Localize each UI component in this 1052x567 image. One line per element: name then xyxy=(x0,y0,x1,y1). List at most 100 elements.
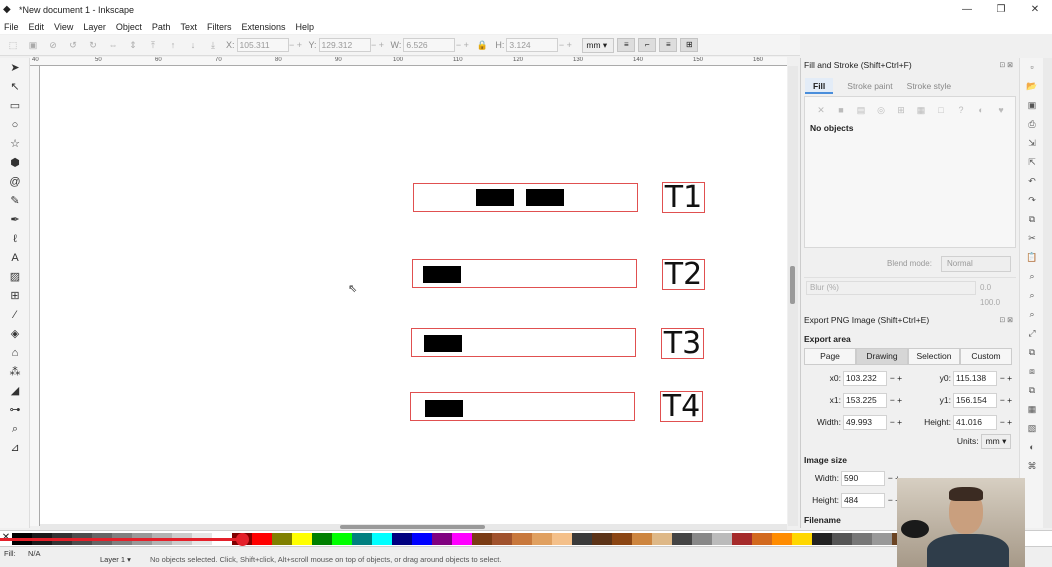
menu-extensions[interactable]: Extensions xyxy=(241,22,285,32)
import-icon[interactable]: ⇲ xyxy=(1020,134,1044,153)
export-width-stepper[interactable]: − + xyxy=(887,417,905,427)
w-stepper[interactable]: − + xyxy=(455,40,469,50)
tab-fill[interactable]: Fill xyxy=(805,78,834,94)
new-document-icon[interactable]: ▫ xyxy=(1020,58,1044,77)
flat-color-icon[interactable]: ■ xyxy=(835,104,847,116)
gradient-tool-icon[interactable]: ▨ xyxy=(2,268,28,286)
y-stepper[interactable]: − + xyxy=(371,40,385,50)
zoom-drawing-icon[interactable]: ⌕ xyxy=(1020,286,1044,305)
horizontal-ruler[interactable]: 40 50 60 70 80 90 100 110 120 130 140 15… xyxy=(30,57,787,66)
menu-help[interactable]: Help xyxy=(295,22,314,32)
spiral-tool-icon[interactable]: @ xyxy=(2,173,28,191)
color-swatch[interactable] xyxy=(372,533,392,545)
w-field[interactable]: 6.526 xyxy=(403,38,456,52)
evenodd-rule-icon[interactable]: ♥ xyxy=(995,104,1007,116)
x1-field[interactable]: 153.225 xyxy=(843,392,887,408)
rotate-cw-icon[interactable]: ↻ xyxy=(86,39,100,51)
open-file-icon[interactable]: 📂 xyxy=(1020,77,1044,96)
menu-file[interactable]: File xyxy=(4,22,19,32)
dropper-tool-icon[interactable]: ⁄ xyxy=(2,306,28,324)
linear-gradient-icon[interactable]: ▤ xyxy=(855,104,867,116)
menu-filters[interactable]: Filters xyxy=(207,22,232,32)
menu-text[interactable]: Text xyxy=(180,22,197,32)
panel-close-icon[interactable]: ⊡ ⊠ xyxy=(999,313,1013,328)
color-swatch[interactable] xyxy=(472,533,492,545)
black-block[interactable] xyxy=(526,189,564,206)
ungroup-icon[interactable]: ▧ xyxy=(1020,419,1044,438)
tab-stroke-style[interactable]: Stroke style xyxy=(907,78,951,94)
color-swatch[interactable] xyxy=(352,533,372,545)
3d-box-tool-icon[interactable]: ⬢ xyxy=(2,154,28,172)
color-swatch[interactable] xyxy=(292,533,312,545)
color-swatch[interactable] xyxy=(592,533,612,545)
export-height-field[interactable]: 41.016 xyxy=(953,414,997,430)
color-swatch[interactable] xyxy=(452,533,472,545)
maximize-button[interactable]: ❐ xyxy=(984,0,1018,19)
export-icon[interactable]: ⇱ xyxy=(1020,153,1044,172)
lower-icon[interactable]: ↓ xyxy=(186,39,200,51)
star-tool-icon[interactable]: ☆ xyxy=(2,135,28,153)
minimize-button[interactable]: — xyxy=(950,0,984,19)
cut-icon[interactable]: ✂ xyxy=(1020,229,1044,248)
lower-to-bottom-icon[interactable]: ⤓ xyxy=(206,39,220,51)
deselect-icon[interactable]: ⊘ xyxy=(46,39,60,51)
color-swatch[interactable] xyxy=(252,533,272,545)
color-swatch[interactable] xyxy=(772,533,792,545)
pen-tool-icon[interactable]: ✒ xyxy=(2,211,28,229)
xml-editor-icon[interactable]: ⌘ xyxy=(1020,457,1044,476)
color-swatch[interactable] xyxy=(492,533,512,545)
tab-stroke-paint[interactable]: Stroke paint xyxy=(847,78,892,94)
connector-tool-icon[interactable]: ⊶ xyxy=(2,401,28,419)
x1-stepper[interactable]: − + xyxy=(887,395,905,405)
h-stepper[interactable]: − + xyxy=(558,40,572,50)
save-icon[interactable]: ▣ xyxy=(1020,96,1044,115)
label-t2[interactable]: T2 xyxy=(662,259,705,290)
scroll-thumb[interactable] xyxy=(340,525,485,529)
y1-stepper[interactable]: − + xyxy=(997,395,1015,405)
color-swatch[interactable] xyxy=(392,533,412,545)
drawing-button[interactable]: Drawing xyxy=(856,348,908,365)
undo-icon[interactable]: ↶ xyxy=(1020,172,1044,191)
close-button[interactable]: ✕ xyxy=(1018,0,1052,19)
raise-to-top-icon[interactable]: ⤒ xyxy=(146,39,160,51)
ellipse-tool-icon[interactable]: ○ xyxy=(2,116,28,134)
color-swatch[interactable] xyxy=(332,533,352,545)
transform-patterns-icon[interactable]: ⊞ xyxy=(680,38,699,52)
color-swatch[interactable] xyxy=(692,533,712,545)
menu-layer[interactable]: Layer xyxy=(83,22,106,32)
y0-field[interactable]: 115.138 xyxy=(953,370,997,386)
label-t1[interactable]: T1 xyxy=(662,182,705,213)
color-swatch[interactable] xyxy=(432,533,452,545)
color-swatch[interactable] xyxy=(792,533,812,545)
lock-icon[interactable]: 🔒 xyxy=(475,39,489,51)
duplicate-icon[interactable]: ⧉ xyxy=(1020,343,1044,362)
custom-button[interactable]: Custom xyxy=(960,348,1012,365)
flip-horizontal-icon[interactable]: ⇔ xyxy=(106,39,120,51)
label-t4[interactable]: T4 xyxy=(660,391,703,422)
color-swatch[interactable] xyxy=(312,533,332,545)
row-box-2[interactable] xyxy=(412,259,637,288)
rectangle-tool-icon[interactable]: ▭ xyxy=(2,97,28,115)
color-swatch[interactable] xyxy=(632,533,652,545)
black-block[interactable] xyxy=(425,400,463,417)
spray-tool-icon[interactable]: ⁂ xyxy=(2,363,28,381)
no-paint-icon[interactable]: ✕ xyxy=(815,104,827,116)
color-swatch[interactable] xyxy=(652,533,672,545)
image-width-field[interactable]: 590 xyxy=(841,470,885,486)
pattern-icon[interactable]: ▦ xyxy=(915,104,927,116)
x0-stepper[interactable]: − + xyxy=(887,373,905,383)
units-select[interactable]: mm ▾ xyxy=(981,434,1011,449)
panel-close-icon[interactable]: ⊡ ⊠ xyxy=(999,58,1013,73)
zoom-tool-icon[interactable]: ⌕ xyxy=(2,420,28,438)
x-stepper[interactable]: − + xyxy=(289,40,303,50)
color-swatch[interactable] xyxy=(532,533,552,545)
select-all-layers-icon[interactable]: ▣ xyxy=(26,39,40,51)
measure-tool-icon[interactable]: ⊿ xyxy=(2,439,28,457)
x-field[interactable]: 105.311 xyxy=(236,38,289,52)
color-swatch[interactable] xyxy=(812,533,832,545)
selection-button[interactable]: Selection xyxy=(908,348,960,365)
fit-width-icon[interactable]: ⤢ xyxy=(1020,324,1044,343)
unlink-clone-icon[interactable]: ⧉ xyxy=(1020,381,1044,400)
black-block[interactable] xyxy=(423,266,461,283)
menu-view[interactable]: View xyxy=(54,22,73,32)
